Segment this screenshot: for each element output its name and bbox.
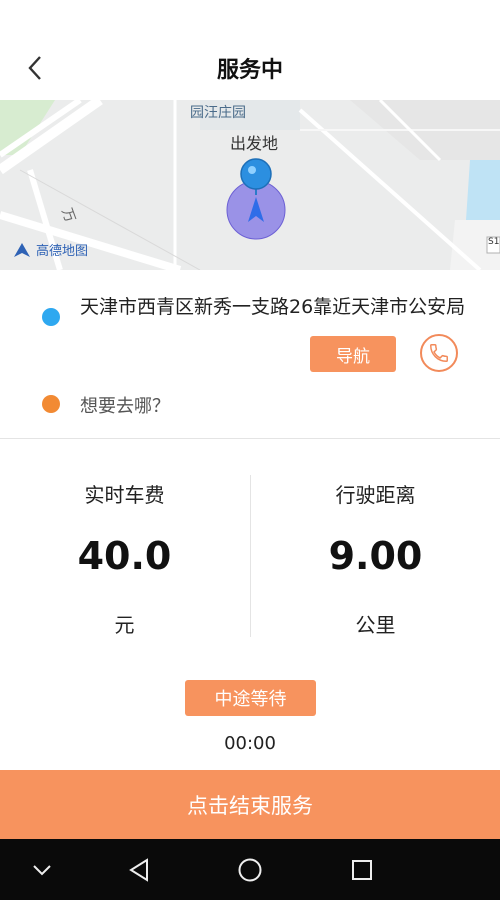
distance-stat: 行驶距离 9.00 公里 <box>251 439 500 659</box>
hide-keyboard-button[interactable] <box>28 856 56 884</box>
route-panel: 天津市西青区新秀一支路26靠近天津市公安局 导航 想要去哪？ <box>0 270 500 438</box>
amap-logo-icon <box>14 242 30 257</box>
fare-value: 40.0 <box>77 534 172 578</box>
origin-dot-icon <box>42 308 60 326</box>
call-button[interactable] <box>420 334 458 372</box>
wait-button[interactable]: 中途等待 <box>185 680 316 716</box>
distance-label: 行驶距离 <box>335 483 416 507</box>
fare-label: 实时车费 <box>84 483 165 507</box>
page-title: 服务中 <box>216 58 283 83</box>
square-recents-icon <box>352 860 372 880</box>
navigate-button[interactable]: 导航 <box>310 336 396 372</box>
end-service-button[interactable]: 点击结束服务 <box>0 770 500 839</box>
system-recents-button[interactable] <box>348 856 376 884</box>
destination-dot-icon <box>42 395 60 413</box>
circle-home-icon <box>238 858 262 882</box>
destination-input[interactable]: 想要去哪？ <box>80 392 170 418</box>
origin-marker-label: 出发地 <box>230 134 279 153</box>
stats-divider <box>250 475 251 637</box>
map-provider-label: 高德地图 <box>36 244 89 259</box>
system-home-button[interactable] <box>236 856 264 884</box>
fare-stat: 实时车费 40.0 元 <box>0 439 249 659</box>
distance-unit: 公里 <box>355 613 396 637</box>
map-provider-logo: 高德地图 <box>12 240 88 259</box>
triangle-back-icon <box>129 858 148 882</box>
origin-address: 天津市西青区新秀一支路26靠近天津市公安局 <box>80 296 466 318</box>
wait-timer: 00:00 <box>224 733 276 754</box>
distance-value: 9.00 <box>328 534 423 578</box>
app-header: 服务中 <box>0 0 500 100</box>
phone-icon <box>430 344 448 362</box>
chevron-down-icon <box>33 865 51 876</box>
system-back-button[interactable] <box>125 856 153 884</box>
system-navigation-bar <box>0 839 500 900</box>
fare-unit: 元 <box>114 613 135 637</box>
map-view[interactable]: 园汪庄园 万 出发地 高德地图 S1 <box>0 100 500 270</box>
map-poi-label: 园汪庄园 <box>190 105 246 121</box>
map-edge-label: S1 <box>488 237 500 247</box>
